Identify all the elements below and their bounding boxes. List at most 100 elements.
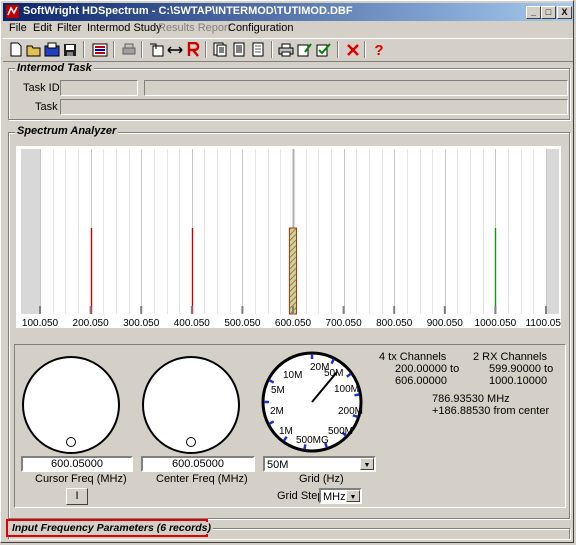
- open-icon: [26, 45, 41, 56]
- grid-label: Grid (Hz): [299, 473, 344, 485]
- menu-bar: File Edit Filter Intermod Study Results …: [3, 21, 573, 37]
- close-icon: X: [561, 7, 568, 17]
- task-id-description-field[interactable]: [144, 80, 568, 96]
- printer-button[interactable]: [277, 41, 295, 58]
- grid-select[interactable]: 50M ▼: [263, 456, 376, 472]
- task-id-field[interactable]: [60, 80, 138, 96]
- tick-label: 800.050: [376, 318, 413, 328]
- grid-select-arrow[interactable]: ▼: [360, 458, 374, 470]
- grid-dial[interactable]: 20M 50M 10M 100M 5M 200M 2M 500M 1M 500M…: [260, 350, 365, 455]
- tick-label: 100.050: [22, 318, 59, 328]
- menu-results-report[interactable]: Results Report: [158, 22, 231, 34]
- toolbar-separator: [141, 41, 143, 58]
- tick-label: 1000.050: [475, 318, 517, 328]
- edit-button[interactable]: [296, 41, 314, 58]
- app-icon: [6, 5, 19, 18]
- print-button[interactable]: [211, 41, 229, 58]
- list-button[interactable]: [91, 41, 109, 58]
- cursor-freq-knob[interactable]: [22, 356, 120, 454]
- grid-step-select[interactable]: MHz ▼: [319, 488, 362, 504]
- maximize-icon: □: [545, 7, 552, 17]
- task-id-label: Task ID:: [23, 82, 63, 94]
- menu-filter[interactable]: Filter: [57, 22, 81, 34]
- open-database-icon: [44, 42, 60, 57]
- offset-from-center: +186.88530 from center: [432, 405, 550, 417]
- open-button[interactable]: [25, 41, 43, 58]
- window-title: SoftWright HDSpectrum - C:\SWTAP\INTERMO…: [23, 5, 353, 17]
- print-icon: [213, 42, 227, 57]
- spectrum-chart[interactable]: 100.050 200.050 300.050 400.050 500.050 600.0…: [16, 146, 561, 328]
- list-icon: [92, 43, 108, 56]
- help-button[interactable]: ?: [370, 41, 388, 58]
- report-r-button[interactable]: [184, 41, 202, 58]
- tick-mark: [443, 306, 446, 314]
- dial-label-200m: 200M: [338, 406, 363, 417]
- center-knob-indicator: [186, 437, 196, 447]
- task-field[interactable]: [60, 99, 568, 115]
- center-freq-field[interactable]: 600.05000: [141, 456, 255, 472]
- toolbar-separator: [337, 41, 339, 58]
- tx-channels-title: 4 tx Channels: [379, 351, 447, 363]
- document-lines-button[interactable]: [249, 41, 267, 58]
- cursor-freq-field[interactable]: 600.05000: [21, 456, 133, 472]
- rx-channels-title: 2 RX Channels: [473, 351, 547, 363]
- tick-mark: [241, 306, 244, 314]
- tick-label: 200.050: [73, 318, 110, 328]
- cursor-knob-indicator: [66, 437, 76, 447]
- open-database-button[interactable]: [43, 41, 61, 58]
- printer-icon: [278, 43, 294, 56]
- dial-label-100m: 100M: [334, 384, 359, 395]
- minimize-icon: _: [530, 7, 536, 17]
- close-button[interactable]: X: [557, 6, 572, 19]
- intermod-task-title: Intermod Task: [15, 62, 94, 74]
- tx-range-end: 606.00000: [395, 375, 447, 387]
- input-params-title[interactable]: Input Frequency Parameters (6 records): [10, 522, 213, 534]
- rx-range-end: 1000.10000: [489, 375, 548, 387]
- save-button[interactable]: [61, 41, 79, 58]
- new-button[interactable]: [7, 41, 25, 58]
- cursor-mhz-readout: 786.93530 MHz: [432, 393, 510, 405]
- print-preview-button[interactable]: [120, 41, 138, 58]
- delete-x-icon: [347, 43, 359, 56]
- menu-configuration[interactable]: Configuration: [228, 22, 293, 34]
- center-freq-label: Center Freq (MHz): [156, 473, 248, 485]
- tx-range-start: 200.00000 to: [395, 363, 460, 375]
- menu-file[interactable]: File: [9, 22, 27, 34]
- grid-select-value: 50M: [267, 459, 289, 471]
- dial-label-5m: 5M: [271, 385, 285, 396]
- tick-label: 1100.050: [526, 318, 561, 328]
- delete-button[interactable]: [344, 41, 362, 58]
- center-freq-knob[interactable]: [142, 356, 240, 454]
- dial-label-2m: 2M: [270, 406, 284, 417]
- toolbar-separator: [205, 41, 207, 58]
- menu-edit[interactable]: Edit: [33, 22, 52, 34]
- grid-step-arrow[interactable]: ▼: [346, 490, 360, 502]
- edit-icon: [297, 43, 312, 57]
- new-icon: [10, 42, 22, 57]
- rx-range-start: 599.90000 to: [489, 363, 554, 375]
- menu-intermod-study[interactable]: Intermod Study: [87, 22, 162, 34]
- dial-label-500mg: 500MG: [296, 435, 329, 446]
- minimize-button[interactable]: _: [526, 6, 541, 19]
- tick-label: 300.050: [123, 318, 160, 328]
- tick-mark: [545, 306, 547, 314]
- center-band-layer: [288, 227, 298, 315]
- tick-mark: [494, 306, 497, 314]
- document-button[interactable]: [230, 41, 248, 58]
- checkbox-button[interactable]: [315, 41, 333, 58]
- tick-label: 500.050: [224, 318, 261, 328]
- expand-icon: [167, 45, 183, 54]
- report-r-icon: [187, 42, 200, 57]
- tick-mark: [190, 306, 193, 314]
- main-window: SoftWright HDSpectrum - C:\SWTAP\INTERMO…: [0, 0, 574, 543]
- tick-mark: [393, 306, 396, 314]
- toolbar-separator: [271, 41, 273, 58]
- grid-step-value: MHz: [323, 491, 346, 503]
- help-icon: ?: [374, 42, 383, 57]
- maximize-button[interactable]: □: [541, 6, 556, 19]
- expand-button[interactable]: [166, 41, 184, 58]
- import-button[interactable]: [148, 41, 166, 58]
- document-icon: [233, 42, 245, 57]
- cursor-button[interactable]: I: [66, 488, 88, 505]
- task-label: Task: [35, 101, 58, 113]
